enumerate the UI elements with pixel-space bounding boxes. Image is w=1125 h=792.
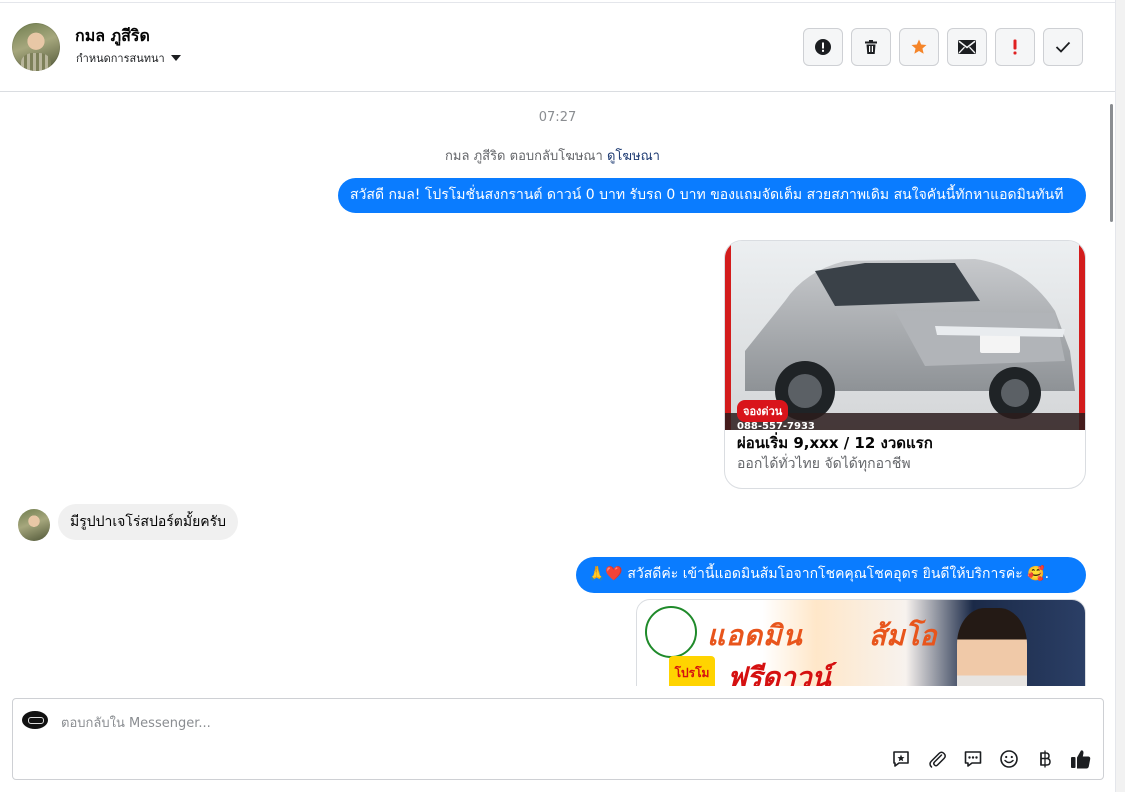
message-timestamp: 07:27 — [538, 110, 577, 125]
ad-reply-note: กมล ภูสีริด ตอบกลับโฆษณา ดูโฆษณา — [0, 145, 1105, 166]
message-composer — [12, 698, 1104, 780]
ad-card-image: จองด่วน 088-557-7933 — [725, 241, 1085, 432]
banner-title-admin: แอดมิน — [707, 619, 803, 652]
brand-logo — [645, 606, 697, 658]
ad-card-subtitle: ออกได้ทั่วไทย จัดได้ทุกอาชีพ — [737, 456, 911, 472]
contact-name[interactable]: กมล ภูสีริด — [75, 24, 150, 49]
trash-icon — [865, 40, 877, 54]
ad-card-badge: จองด่วน — [737, 400, 789, 422]
page-avatar — [22, 711, 48, 729]
conversation-panel: กมล ภูสีริด กำหนดการสนทนา 07:27 กมล ภูสี… — [0, 0, 1116, 792]
star-icon — [911, 39, 927, 54]
saved-reply-icon — [893, 751, 909, 767]
message-list[interactable]: 07:27 กมล ภูสีริด ตอบกลับโฆษณา ดูโฆษณา ส… — [0, 92, 1115, 686]
conversation-label: กำหนดการสนทนา — [76, 52, 165, 65]
conversation-header: กมล ภูสีริด กำหนดการสนทนา — [0, 3, 1115, 92]
delete-button[interactable] — [851, 28, 891, 66]
outgoing-message[interactable]: สวัสดี กมล! โปรโมชั่นสงกรานต์ ดาวน์ 0 บา… — [338, 178, 1086, 213]
emoji-button[interactable] — [997, 747, 1021, 771]
view-ad-link[interactable]: ดูโฆษณา — [607, 149, 660, 164]
mark-unread-button[interactable] — [947, 28, 987, 66]
alert-circle-icon — [815, 39, 831, 55]
incoming-message[interactable]: มีรูปปาเจโร่สปอร์ตมั้ยครับ — [58, 504, 239, 540]
saved-replies-button[interactable] — [889, 747, 913, 771]
banner-title-name: ส้มโอ — [869, 619, 937, 652]
ad-card-title: ผ่อนเริ่ม 9,xxx / 12 งวดแรก — [737, 434, 933, 452]
emoji-icon — [1000, 750, 1018, 768]
thumbs-up-icon — [1071, 750, 1091, 769]
mark-done-button[interactable] — [1043, 28, 1083, 66]
banner-promo-badge: โปรโมชั่น — [669, 656, 715, 686]
sender-avatar[interactable] — [18, 509, 50, 541]
ad-reply-text: กมล ภูสีริด ตอบกลับโฆษณา — [445, 149, 603, 164]
payment-button[interactable] — [1033, 747, 1057, 771]
agent-photo — [957, 608, 1027, 686]
conversation-label-dropdown[interactable]: กำหนดการสนทนา — [76, 49, 181, 67]
avatar[interactable] — [12, 23, 60, 71]
reply-input[interactable] — [59, 711, 663, 735]
check-icon — [1055, 41, 1071, 53]
attachment-icon — [929, 751, 946, 768]
banner-title-free-down: ฟรีดาวน์ — [727, 661, 831, 686]
outgoing-message[interactable]: 🙏❤️ สวัสดีค่ะ เข้านี้แอดมินส้มโอจากโชคคุ… — [576, 557, 1086, 593]
image-attachment[interactable]: แอดมิน ส้มโอ โปรโมชั่น ฟรีดาวน์ — [636, 599, 1086, 686]
chat-bubble-icon — [964, 751, 982, 767]
baht-icon — [1040, 750, 1051, 768]
exclamation-icon — [1013, 39, 1017, 55]
attach-button[interactable] — [925, 747, 949, 771]
like-button[interactable] — [1069, 747, 1093, 771]
quick-reply-button[interactable] — [961, 747, 985, 771]
caret-down-icon — [170, 55, 181, 61]
envelope-icon — [958, 40, 976, 54]
ad-card[interactable]: จองด่วน 088-557-7933 ผ่อนเริ่ม 9,xxx / 1… — [724, 240, 1086, 489]
mark-spam-button[interactable] — [803, 28, 843, 66]
star-button[interactable] — [899, 28, 939, 66]
follow-up-button[interactable] — [995, 28, 1035, 66]
